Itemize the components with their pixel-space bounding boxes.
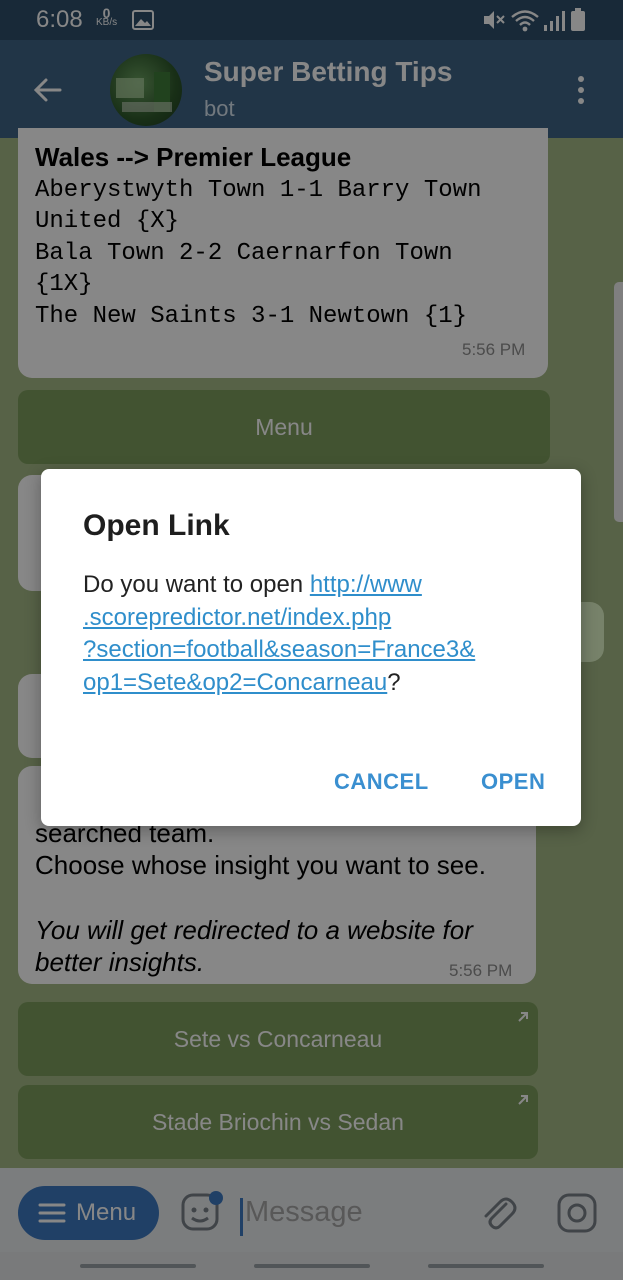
cancel-button[interactable]: CANCEL	[334, 769, 429, 795]
dialog-body-suffix: ?	[387, 668, 401, 696]
dialog-link-part: op1=Sete&op2=Concarneau	[83, 668, 388, 696]
dialog-title: Open Link	[83, 509, 230, 542]
dialog-body-prefix: Do you want to open	[83, 571, 310, 598]
dialog-link-part: http://www	[309, 571, 422, 598]
dialog-body: Do you want to open http://www .scorepred…	[83, 569, 543, 699]
open-button[interactable]: OPEN	[481, 769, 545, 795]
dialog-link-part: .scorepredictor.net/index.php	[83, 603, 392, 631]
open-link-dialog: Open Link Do you want to open http://www…	[41, 469, 581, 826]
dialog-link-part: ?section=football&season=France3&	[83, 636, 476, 663]
